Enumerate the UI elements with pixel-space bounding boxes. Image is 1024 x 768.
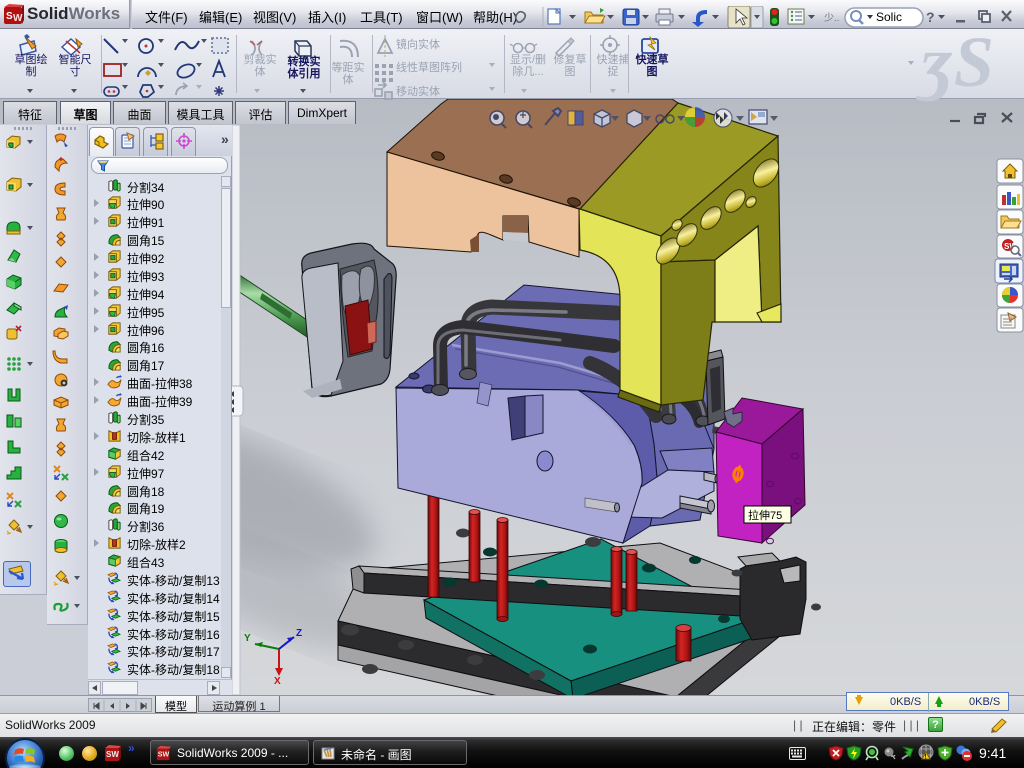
svg-text:拉伸75: 拉伸75 bbox=[748, 508, 782, 522]
svg-text:少..: 少.. bbox=[824, 12, 840, 24]
svg-text:SW: SW bbox=[106, 750, 119, 759]
svg-text:Solic: Solic bbox=[876, 10, 902, 24]
svg-text:Z: Z bbox=[296, 628, 302, 639]
svg-text:Y: Y bbox=[244, 633, 251, 644]
svg-text:SW: SW bbox=[158, 751, 170, 759]
svg-text:X: X bbox=[274, 676, 281, 687]
svg-text:S: S bbox=[6, 11, 13, 22]
svg-text:!: ! bbox=[925, 755, 927, 761]
svg-text:W: W bbox=[13, 13, 23, 24]
